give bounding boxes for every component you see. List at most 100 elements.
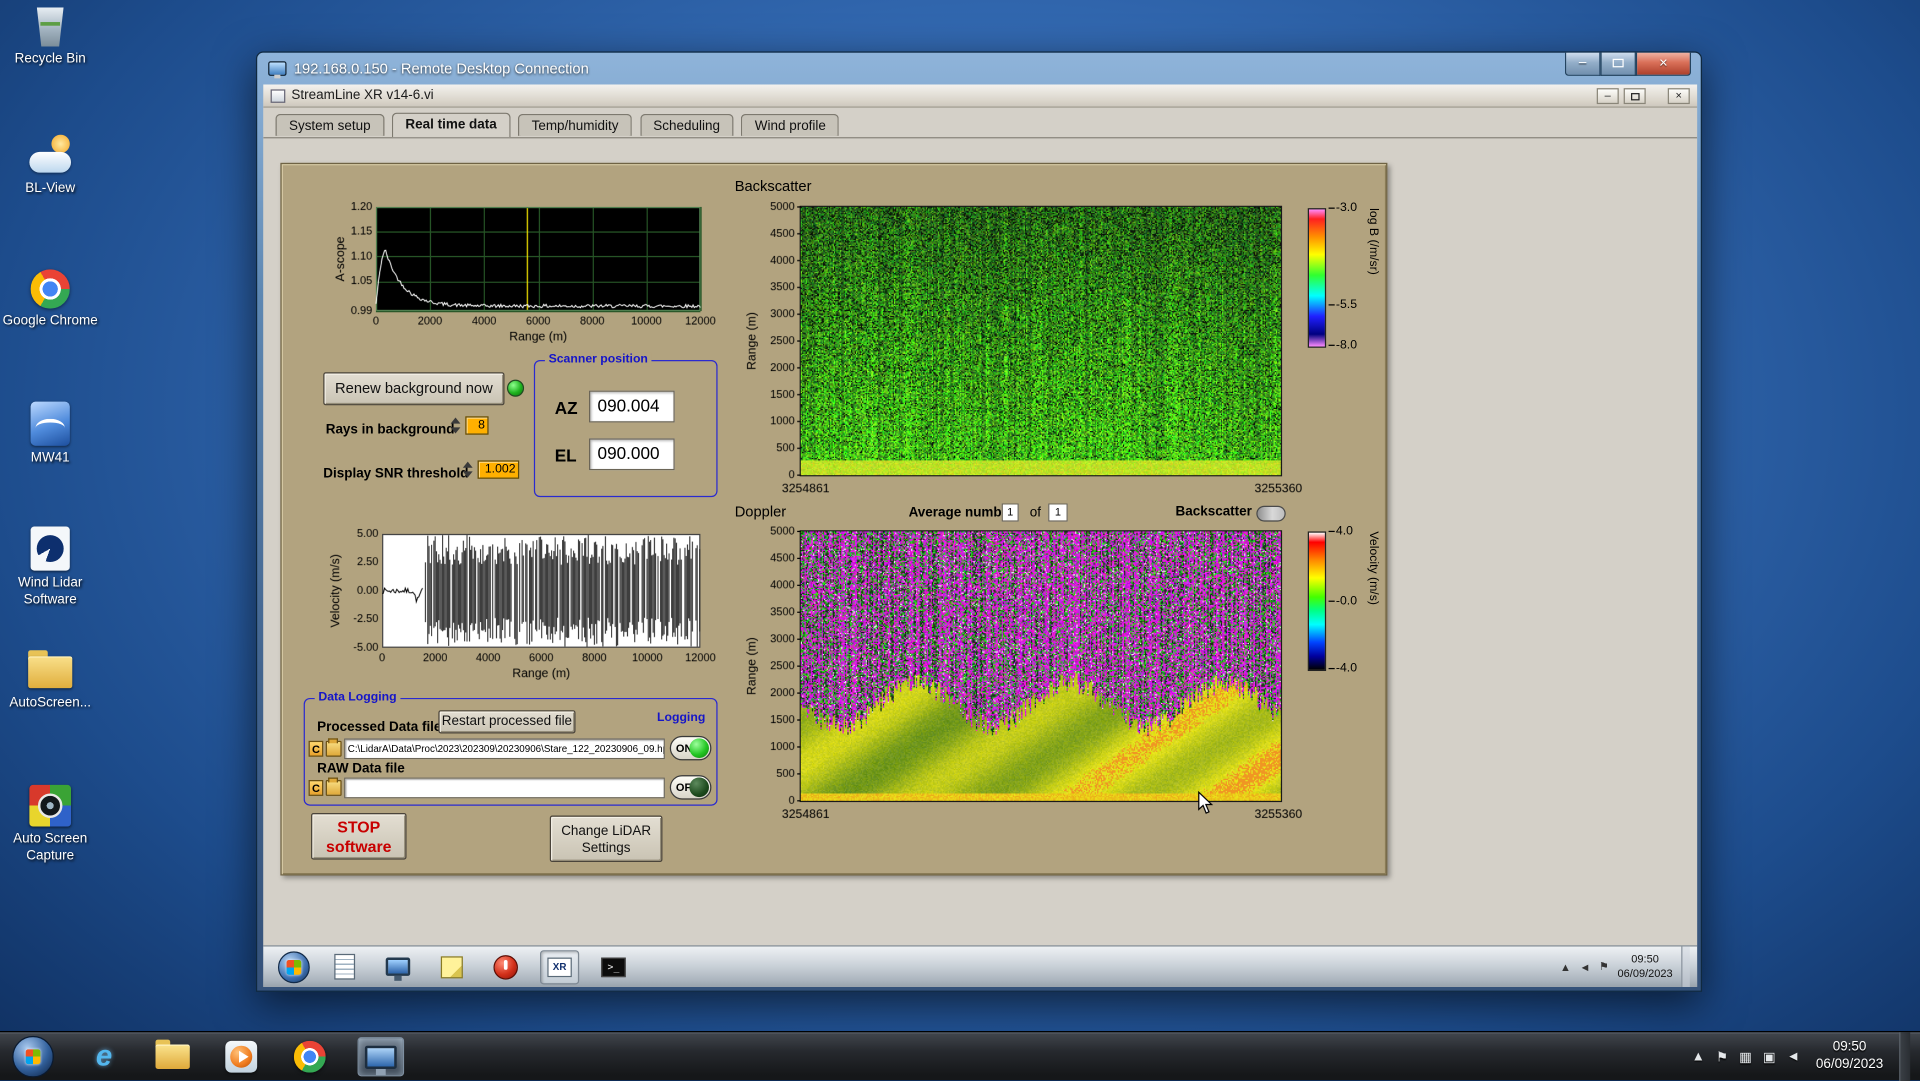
stop-button-line2: software: [312, 838, 405, 858]
start-button[interactable]: [12, 1036, 54, 1078]
remote-taskbar-sticky-notes[interactable]: [432, 950, 471, 984]
raw-data-path-field[interactable]: [344, 778, 665, 799]
renew-background-button[interactable]: Renew background now: [323, 372, 504, 405]
app-icon: [271, 89, 286, 102]
data-logging-group: Data Logging Logging Processed Data file…: [304, 698, 718, 806]
average-of-field[interactable]: 1: [1048, 503, 1068, 521]
change-lidar-settings-button[interactable]: Change LiDAR Settings: [550, 816, 663, 863]
tab-scheduling[interactable]: Scheduling: [640, 114, 734, 136]
drive-letter-box[interactable]: C: [309, 780, 324, 796]
flag-icon[interactable]: ⚑: [1716, 1049, 1728, 1065]
rdp-window-title: 192.168.0.150 - Remote Desktop Connectio…: [294, 60, 589, 77]
app-titlebar[interactable]: StreamLine XR v14-6.vi – ×: [263, 84, 1697, 107]
tray-expand-icon[interactable]: ▲: [1692, 1049, 1705, 1064]
remote-taskbar: XR >_ ▲ ◄ ⚑ 09:50 06/09/2023: [263, 945, 1697, 987]
mouse-cursor: [1198, 791, 1214, 820]
tray-expand-icon[interactable]: ▲: [1560, 961, 1571, 973]
taskbar-remote-desktop[interactable]: [358, 1037, 405, 1076]
desktop-icon-label: Auto Screen Capture: [2, 831, 98, 865]
browse-folder-icon[interactable]: [326, 780, 342, 796]
snr-spinner[interactable]: [463, 460, 474, 478]
remote-taskbar-power[interactable]: [486, 950, 525, 984]
remote-taskbar-streamline-xr[interactable]: XR: [540, 950, 579, 984]
maximize-button[interactable]: [1600, 53, 1636, 76]
folder-icon: [156, 1044, 190, 1070]
data-logging-title: Data Logging: [315, 691, 401, 704]
maximize-icon: [1613, 59, 1624, 68]
app-minimize-button[interactable]: –: [1597, 88, 1619, 104]
of-label: of: [1030, 506, 1041, 521]
colorbar-tick: -4.0: [1329, 662, 1357, 675]
close-button[interactable]: ×: [1636, 53, 1691, 76]
show-desktop-button[interactable]: [1899, 1032, 1910, 1081]
colorbar-label: Velocity (m/s): [1367, 531, 1380, 671]
host-system-tray: ▲ ⚑ ▦ ▣ ◄ 09:50 06/09/2023: [1692, 1032, 1911, 1081]
recycle-bin-icon: [34, 7, 66, 46]
xr-app-icon: XR: [547, 957, 571, 977]
tab-system-setup[interactable]: System setup: [276, 114, 385, 136]
rays-in-background-label: Rays in background: [326, 422, 455, 437]
chrome-icon: [31, 269, 70, 308]
stop-software-button[interactable]: STOP software: [311, 813, 407, 860]
taskbar-internet-explorer[interactable]: e: [81, 1037, 128, 1076]
desktop-icon-google-chrome[interactable]: Google Chrome: [2, 269, 98, 330]
remote-start-button[interactable]: [278, 951, 310, 983]
minimize-button[interactable]: –: [1565, 53, 1601, 76]
change-button-line2: Settings: [551, 840, 661, 858]
snr-threshold-label: Display SNR threshold: [323, 467, 468, 482]
remote-taskbar-notepad[interactable]: [324, 950, 363, 984]
desktop-icon-wind-lidar[interactable]: Wind Lidar Software: [2, 527, 98, 610]
app-maximize-button[interactable]: [1624, 88, 1646, 104]
remote-show-desktop-button[interactable]: [1681, 946, 1690, 987]
tab-temp-humidity[interactable]: Temp/humidity: [518, 114, 632, 136]
app-content: Renew background now Rays in background …: [263, 140, 1697, 946]
desktop-icon-mw41[interactable]: MW41: [2, 402, 98, 468]
processed-data-path-field[interactable]: C:\LidarA\Data\Proc\2023\202309\20230906…: [344, 738, 665, 759]
app-close-button[interactable]: ×: [1668, 88, 1690, 104]
tab-wind-profile[interactable]: Wind profile: [741, 114, 839, 136]
taskbar-chrome[interactable]: [287, 1037, 334, 1076]
desktop-icon-label: Wind Lidar Software: [2, 576, 98, 610]
browse-folder-icon[interactable]: [326, 741, 342, 757]
backscatter-toggle[interactable]: [1256, 506, 1285, 522]
doppler-title: Doppler: [735, 503, 786, 520]
remote-desktop-icon: [365, 1045, 397, 1068]
restart-processed-file-button[interactable]: Restart processed file: [438, 710, 575, 733]
rdp-titlebar[interactable]: 192.168.0.150 - Remote Desktop Connectio…: [257, 53, 1701, 85]
az-value-field[interactable]: 090.004: [589, 391, 675, 423]
rays-spinner[interactable]: [451, 416, 462, 434]
speaker-icon[interactable]: ◄: [1787, 1049, 1800, 1064]
remote-clock[interactable]: 09:50 06/09/2023: [1617, 952, 1672, 981]
network-icon[interactable]: ▦: [1739, 1049, 1752, 1065]
desktop-icon-label: MW41: [2, 451, 98, 468]
remote-taskbar-computer[interactable]: [378, 950, 417, 984]
remote-taskbar-console[interactable]: >_: [594, 950, 633, 984]
processed-logging-toggle[interactable]: ON: [670, 736, 712, 760]
taskbar-explorer[interactable]: [149, 1037, 196, 1076]
taskbar-media-player[interactable]: [218, 1037, 265, 1076]
desktop-icon-auto-screen-capture[interactable]: Auto Screen Capture: [2, 785, 98, 865]
rays-value-field[interactable]: 8: [465, 416, 488, 434]
network-icon[interactable]: ⚑: [1599, 960, 1609, 973]
average-number-field[interactable]: 1: [1002, 503, 1019, 521]
host-clock[interactable]: 09:50 06/09/2023: [1811, 1040, 1888, 1074]
monitor-icon[interactable]: ▣: [1763, 1049, 1776, 1065]
backscatter-title: Backscatter: [735, 178, 812, 195]
colorbar-tick: -0.0: [1329, 594, 1357, 607]
media-player-icon: [225, 1041, 257, 1073]
el-value-field[interactable]: 090.000: [589, 438, 675, 470]
desktop-icon-recycle-bin[interactable]: Recycle Bin: [2, 7, 98, 68]
tab-real-time-data[interactable]: Real time data: [392, 113, 510, 137]
desktop-icon-bl-view[interactable]: BL-View: [2, 135, 98, 198]
chrome-icon: [294, 1041, 326, 1073]
colorbar-tick: 4.0: [1329, 525, 1353, 538]
doppler-colorbar: 4.0 -0.0 -4.0 Velocity (m/s): [1308, 524, 1411, 686]
desktop-icon-autoscreen[interactable]: AutoScreen...: [2, 656, 98, 712]
snr-value-field[interactable]: 1.002: [478, 460, 520, 478]
speaker-icon[interactable]: ◄: [1580, 961, 1591, 973]
drive-letter-box[interactable]: C: [309, 741, 324, 757]
sticky-note-icon: [441, 956, 463, 978]
el-label: EL: [555, 446, 577, 466]
toggle-knob-on: [689, 738, 709, 758]
raw-logging-toggle[interactable]: OFF: [670, 775, 712, 799]
